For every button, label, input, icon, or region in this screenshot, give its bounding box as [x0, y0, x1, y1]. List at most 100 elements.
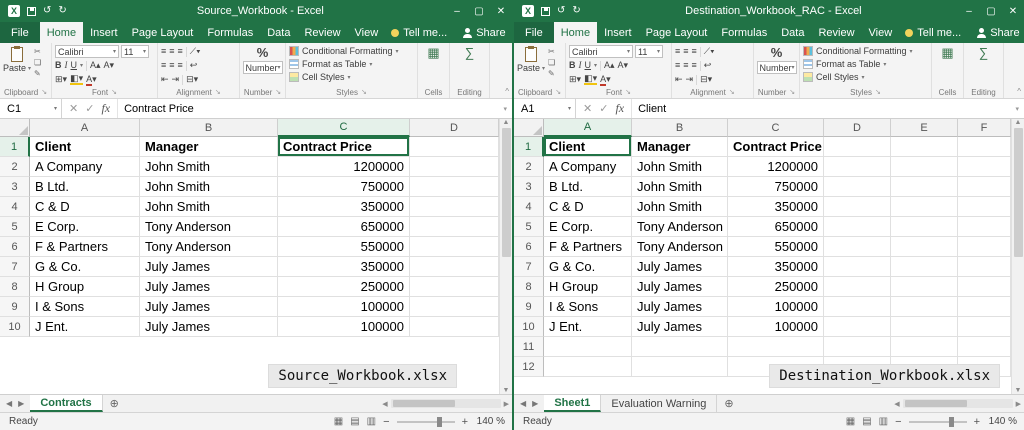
cell-b6[interactable]: Tony Anderson	[632, 237, 728, 257]
save-icon[interactable]	[541, 7, 550, 16]
undo-icon[interactable]: ↺	[557, 6, 565, 16]
cell-e2[interactable]	[891, 157, 958, 177]
column-header-d[interactable]: D	[824, 119, 891, 137]
sheet-tab-evaluation-warning[interactable]: Evaluation Warning	[601, 395, 717, 412]
cell-b5[interactable]: Tony Anderson	[632, 217, 728, 237]
cell-a10[interactable]: J Ent.	[544, 317, 632, 337]
cell-c7[interactable]: 350000	[278, 257, 410, 277]
new-sheet-button[interactable]: ⊕	[717, 395, 740, 412]
cell-f2[interactable]	[958, 157, 1011, 177]
shrink-font-button[interactable]: A▾	[618, 61, 629, 70]
cell-d7[interactable]	[410, 257, 499, 277]
cell-c1[interactable]: Contract Price	[278, 137, 410, 157]
merge-center-icon[interactable]: ⊟▾	[186, 75, 198, 84]
ribbon-tab-file[interactable]: File	[514, 22, 554, 43]
underline-menu-icon[interactable]: ▾	[594, 62, 597, 69]
next-sheet-icon[interactable]: ▶	[532, 399, 538, 408]
scrollbar-thumb[interactable]	[1014, 128, 1023, 257]
cell-a2[interactable]: A Company	[30, 157, 140, 177]
zoom-slider[interactable]	[909, 421, 967, 423]
cell-a6[interactable]: F & Partners	[30, 237, 140, 257]
cell-d11[interactable]	[824, 337, 891, 357]
cell-d4[interactable]	[824, 197, 891, 217]
tell-me-box[interactable]: Tell me...	[899, 22, 967, 43]
sheet-tab-contracts[interactable]: Contracts	[30, 395, 102, 412]
cell-a12[interactable]	[544, 357, 632, 377]
underline-button[interactable]: U	[585, 61, 592, 70]
cell-f7[interactable]	[958, 257, 1011, 277]
hscroll-track[interactable]	[903, 399, 1013, 408]
zoom-out-icon[interactable]: −	[895, 416, 901, 428]
cell-c6[interactable]: 550000	[278, 237, 410, 257]
cell-f11[interactable]	[958, 337, 1011, 357]
cell-c4[interactable]: 350000	[278, 197, 410, 217]
row-header-12[interactable]: 12	[514, 357, 544, 377]
align-center-icon[interactable]: ≡	[169, 61, 174, 70]
insert-function-icon[interactable]: fx	[615, 101, 624, 116]
cell-c9[interactable]: 100000	[728, 297, 824, 317]
align-top-icon[interactable]: ≡	[675, 47, 680, 56]
cell-b4[interactable]: John Smith	[632, 197, 728, 217]
format-as-table-button[interactable]: Format as Table▾	[289, 58, 414, 70]
close-button[interactable]: ✕	[490, 6, 512, 17]
row-header-3[interactable]: 3	[0, 177, 30, 197]
row-header-1[interactable]: 1	[514, 137, 544, 157]
column-header-c[interactable]: C	[728, 119, 824, 137]
cell-d8[interactable]	[824, 277, 891, 297]
tell-me-box[interactable]: Tell me...	[385, 22, 453, 43]
scroll-left-icon[interactable]: ◀	[894, 400, 899, 408]
cell-c1[interactable]: Contract Price	[728, 137, 824, 157]
align-left-icon[interactable]: ≡	[675, 61, 680, 70]
row-header-4[interactable]: 4	[0, 197, 30, 217]
select-all-corner[interactable]	[514, 119, 544, 137]
cell-d3[interactable]	[824, 177, 891, 197]
ribbon-tab-page-layout[interactable]: Page Layout	[125, 22, 201, 43]
cell-a7[interactable]: G & Co.	[30, 257, 140, 277]
wrap-text-icon[interactable]: ↩	[190, 61, 198, 70]
share-button[interactable]: Share	[967, 22, 1024, 43]
ribbon-tab-view[interactable]: View	[348, 22, 386, 43]
cell-d1[interactable]	[824, 137, 891, 157]
cell-d2[interactable]	[824, 157, 891, 177]
column-header-e[interactable]: E	[891, 119, 958, 137]
percent-style-button[interactable]: %	[771, 45, 783, 60]
cell-b7[interactable]: July James	[140, 257, 278, 277]
cell-e9[interactable]	[891, 297, 958, 317]
share-button[interactable]: Share	[453, 22, 512, 43]
cell-e6[interactable]	[891, 237, 958, 257]
zoom-out-icon[interactable]: −	[383, 416, 389, 428]
sheet-tab-sheet1[interactable]: Sheet1	[544, 395, 601, 412]
hscroll-thumb[interactable]	[393, 400, 455, 407]
cell-e10[interactable]	[891, 317, 958, 337]
cell-d1[interactable]	[410, 137, 499, 157]
column-header-a[interactable]: A	[544, 119, 632, 137]
cell-e5[interactable]	[891, 217, 958, 237]
cancel-icon[interactable]: ✕	[583, 102, 592, 115]
row-header-9[interactable]: 9	[514, 297, 544, 317]
row-header-1[interactable]: 1	[0, 137, 30, 157]
horizontal-scrollbar[interactable]: ◀▶	[382, 395, 512, 412]
cell-f5[interactable]	[958, 217, 1011, 237]
column-header-d[interactable]: D	[410, 119, 499, 137]
minimize-button[interactable]: –	[446, 6, 468, 17]
cell-c9[interactable]: 100000	[278, 297, 410, 317]
row-header-9[interactable]: 9	[0, 297, 30, 317]
zoom-slider[interactable]	[397, 421, 455, 423]
align-middle-icon[interactable]: ≡	[683, 47, 688, 56]
cell-b6[interactable]: Tony Anderson	[140, 237, 278, 257]
cell-b2[interactable]: John Smith	[140, 157, 278, 177]
cell-b10[interactable]: July James	[632, 317, 728, 337]
cell-c5[interactable]: 650000	[728, 217, 824, 237]
decrease-indent-icon[interactable]: ⇤	[675, 75, 683, 84]
row-header-6[interactable]: 6	[514, 237, 544, 257]
dialog-launcher-icon[interactable]: ↘	[215, 88, 221, 96]
dialog-launcher-icon[interactable]: ↘	[275, 88, 281, 96]
ribbon-tab-view[interactable]: View	[862, 22, 900, 43]
row-header-8[interactable]: 8	[514, 277, 544, 297]
cell-d7[interactable]	[824, 257, 891, 277]
cell-a1[interactable]: Client	[544, 137, 632, 157]
percent-style-button[interactable]: %	[257, 45, 269, 60]
ribbon-tab-data[interactable]: Data	[260, 22, 297, 43]
row-header-7[interactable]: 7	[0, 257, 30, 277]
grow-font-button[interactable]: A▴	[604, 61, 615, 70]
